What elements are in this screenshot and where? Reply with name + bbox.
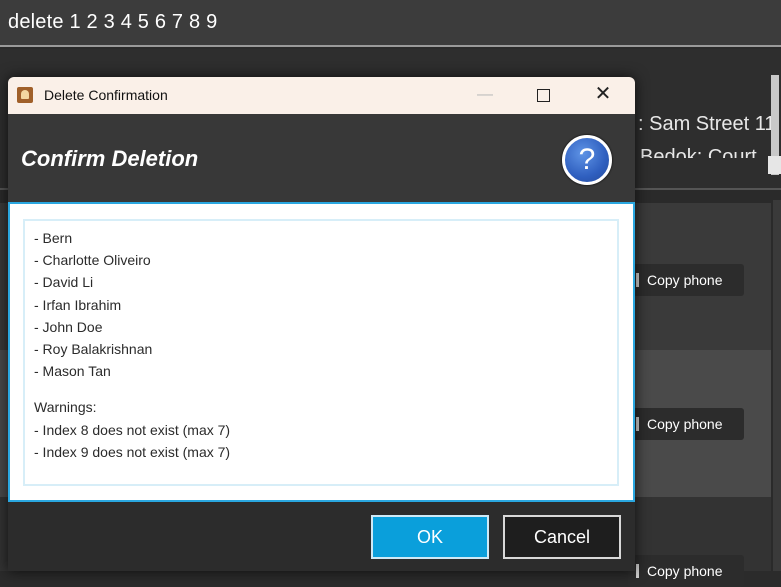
- warning-item: - Index 8 does not exist (max 7): [34, 421, 231, 438]
- window-title: Delete Confirmation: [44, 87, 168, 103]
- name-item: - Charlotte Oliveiro: [34, 252, 151, 269]
- details-textarea[interactable]: - Bern - Charlotte Oliveiro - David Li -…: [23, 219, 619, 486]
- ok-button[interactable]: OK: [371, 515, 489, 559]
- maximize-icon[interactable]: [529, 87, 559, 107]
- scroll-thumb[interactable]: [768, 156, 781, 174]
- address-text: : Sam Street 11: [638, 113, 776, 135]
- list-scrollbar[interactable]: [773, 200, 781, 571]
- name-item: - John Doe: [34, 318, 103, 335]
- dialog-footer: OK Cancel: [8, 502, 635, 571]
- command-box[interactable]: delete 1 2 3 4 5 6 7 8 9: [0, 0, 781, 47]
- cancel-button[interactable]: Cancel: [503, 515, 621, 559]
- command-input-text[interactable]: delete 1 2 3 4 5 6 7 8 9: [8, 11, 217, 34]
- minimize-icon[interactable]: —: [470, 86, 500, 106]
- name-item: - Irfan Ibrahim: [34, 296, 122, 313]
- address-text-secondary: Bedok: Court: [640, 146, 757, 158]
- delete-confirmation-dialog: Delete Confirmation — ✕ Confirm Deletion…: [8, 77, 635, 571]
- copy-phone-button[interactable]: Copy phone: [628, 555, 744, 587]
- dialog-header: Confirm Deletion ?: [8, 114, 635, 202]
- warning-item: - Index 9 does not exist (max 7): [34, 443, 231, 460]
- warnings-heading: Warnings:: [34, 399, 97, 416]
- dialog-heading: Confirm Deletion: [21, 146, 199, 171]
- dialog-titlebar[interactable]: Delete Confirmation — ✕: [8, 77, 635, 114]
- name-item: - David Li: [34, 274, 94, 291]
- name-item: - Mason Tan: [34, 363, 111, 380]
- name-item: - Bern: [34, 230, 73, 246]
- question-icon: ?: [562, 135, 612, 185]
- address-book-icon: [17, 87, 33, 103]
- copy-phone-button[interactable]: Copy phone: [628, 264, 744, 296]
- close-icon[interactable]: ✕: [588, 83, 618, 107]
- copy-phone-button[interactable]: Copy phone: [628, 408, 744, 440]
- name-item: - Roy Balakrishnan: [34, 340, 153, 357]
- dialog-content: - Bern - Charlotte Oliveiro - David Li -…: [8, 202, 635, 502]
